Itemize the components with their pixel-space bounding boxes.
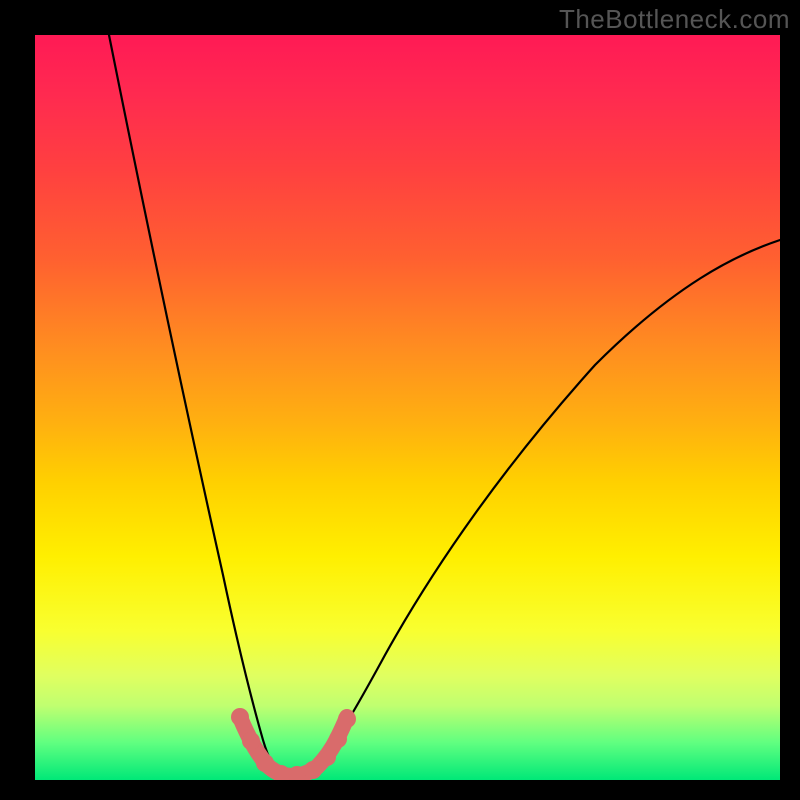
marker-dot	[231, 708, 249, 726]
marker-dot	[318, 748, 336, 766]
plot-area	[35, 35, 780, 780]
curve-layer	[35, 35, 780, 780]
marker-dot	[242, 732, 260, 750]
marker-dot	[329, 730, 347, 748]
marker-dot	[338, 710, 356, 728]
marker-dot	[304, 761, 322, 779]
curve-left-branch	[109, 35, 279, 773]
watermark-text: TheBottleneck.com	[559, 4, 790, 35]
curve-right-branch	[311, 240, 780, 773]
marker-dot	[256, 754, 274, 772]
chart-frame: TheBottleneck.com	[0, 0, 800, 800]
